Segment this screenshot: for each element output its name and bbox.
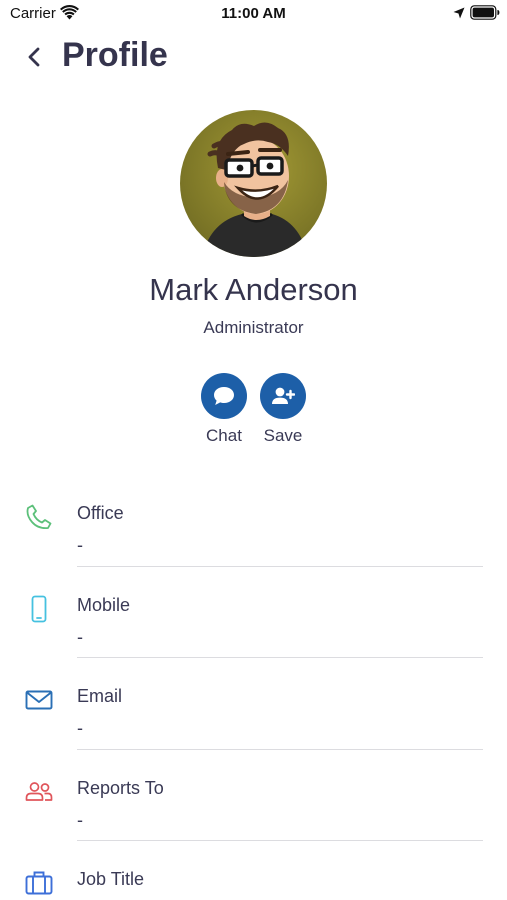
profile-name: Mark Anderson bbox=[149, 272, 358, 307]
avatar bbox=[180, 110, 327, 257]
envelope-icon bbox=[25, 690, 53, 710]
save-action[interactable]: Save bbox=[253, 373, 313, 446]
page-title: Profile bbox=[62, 36, 168, 74]
status-bar: Carrier 11:00 AM bbox=[0, 0, 507, 28]
battery-icon bbox=[470, 5, 500, 20]
people-icon bbox=[25, 781, 53, 801]
save-label: Save bbox=[263, 426, 303, 445]
detail-label: Job Title bbox=[77, 869, 145, 889]
chat-label: Chat bbox=[206, 426, 242, 445]
phone-icon bbox=[26, 504, 52, 530]
chevron-left-icon bbox=[28, 47, 40, 67]
detail-value: - bbox=[77, 626, 83, 647]
profile-role: Administrator bbox=[203, 318, 304, 337]
profile-screen: Carrier 11:00 AM Profile Mark Anderson A… bbox=[0, 0, 507, 900]
contact-details-list: Office - Mobile - Email - Reports To - J… bbox=[0, 475, 507, 900]
detail-label: Mobile bbox=[77, 594, 131, 615]
chat-bubble-icon bbox=[214, 387, 234, 405]
location-arrow-icon bbox=[453, 7, 465, 19]
chat-action[interactable]: Chat bbox=[194, 373, 254, 446]
detail-label: Office bbox=[77, 503, 124, 523]
detail-value: - bbox=[77, 718, 83, 738]
detail-value: - bbox=[77, 535, 83, 555]
briefcase-icon bbox=[25, 871, 53, 895]
back-button[interactable] bbox=[22, 42, 50, 72]
detail-label: Reports To bbox=[77, 777, 164, 798]
add-contact-icon bbox=[272, 387, 295, 404]
chat-button[interactable] bbox=[201, 373, 247, 419]
detail-reports-to[interactable]: Reports To - bbox=[0, 750, 507, 841]
detail-office[interactable]: Office - bbox=[0, 475, 507, 567]
detail-email[interactable]: Email - bbox=[0, 658, 507, 750]
detail-label: Email bbox=[77, 686, 123, 706]
mobile-icon bbox=[31, 595, 47, 622]
detail-mobile[interactable]: Mobile - bbox=[0, 567, 507, 658]
detail-value: - bbox=[77, 809, 83, 830]
detail-job-title[interactable]: Job Title bbox=[0, 841, 507, 900]
save-contact-button[interactable] bbox=[260, 373, 306, 419]
clock: 11:00 AM bbox=[221, 5, 286, 22]
